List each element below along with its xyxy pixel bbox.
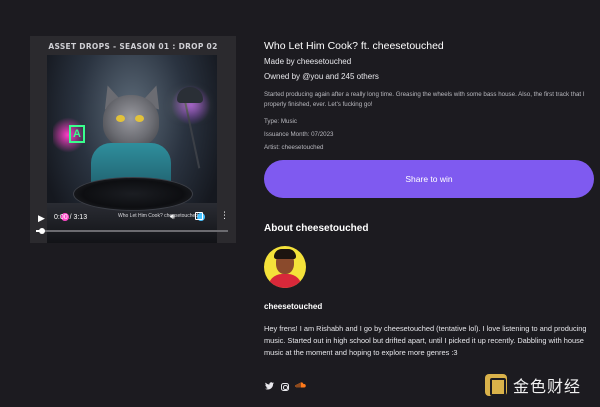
track-description: Started producing again after a really l… [264,91,585,108]
playback-time: 0:00 / 3:13 [54,214,88,221]
track-caption: Who Let Him Cook? cheesetouched [118,213,199,219]
share-button[interactable]: Share to win [264,160,594,198]
turntable [73,177,193,211]
meta-type: Type: Music [264,118,298,125]
cat-eye [135,115,144,122]
watermark: 金色财经 [485,373,581,397]
progress-thumb[interactable] [38,228,45,234]
creator-name: cheesetouched [264,302,323,311]
creator-bio: Hey frens! I am Rishabh and I go by chee… [264,324,587,357]
neon-sign: A [69,125,85,143]
track-title: Who Let Him Cook? ft. cheesetouched [264,40,444,52]
watermark-logo-icon [485,374,507,396]
cat-eye [116,115,125,122]
fullscreen-icon[interactable] [195,212,203,220]
avatar[interactable] [264,246,306,288]
made-by: Made by cheesetouched [264,57,352,66]
more-vertical-icon[interactable]: ⋮ [220,211,229,221]
meta-issuance: Issuance Month: 07/2023 [264,131,334,138]
twitter-icon[interactable] [265,382,274,393]
play-icon[interactable]: ▶ [38,213,48,223]
cat-head [103,95,159,147]
cover-header: ASSET DROPS - SEASON 01 : DROP 02 [48,42,218,51]
avatar-shirt [268,274,302,288]
volume-icon[interactable]: 🔊︎ [170,212,175,222]
progress-bar[interactable] [36,230,228,232]
owned-by: Owned by @you and 245 others [264,72,379,81]
watermark-text: 金色财经 [513,377,582,396]
soundcloud-icon[interactable] [295,382,306,392]
meta-artist: Artist: cheesetouched [264,144,324,151]
about-heading: About cheesetouched [264,223,369,234]
avatar-hair [274,249,296,259]
instagram-icon[interactable] [281,383,289,391]
